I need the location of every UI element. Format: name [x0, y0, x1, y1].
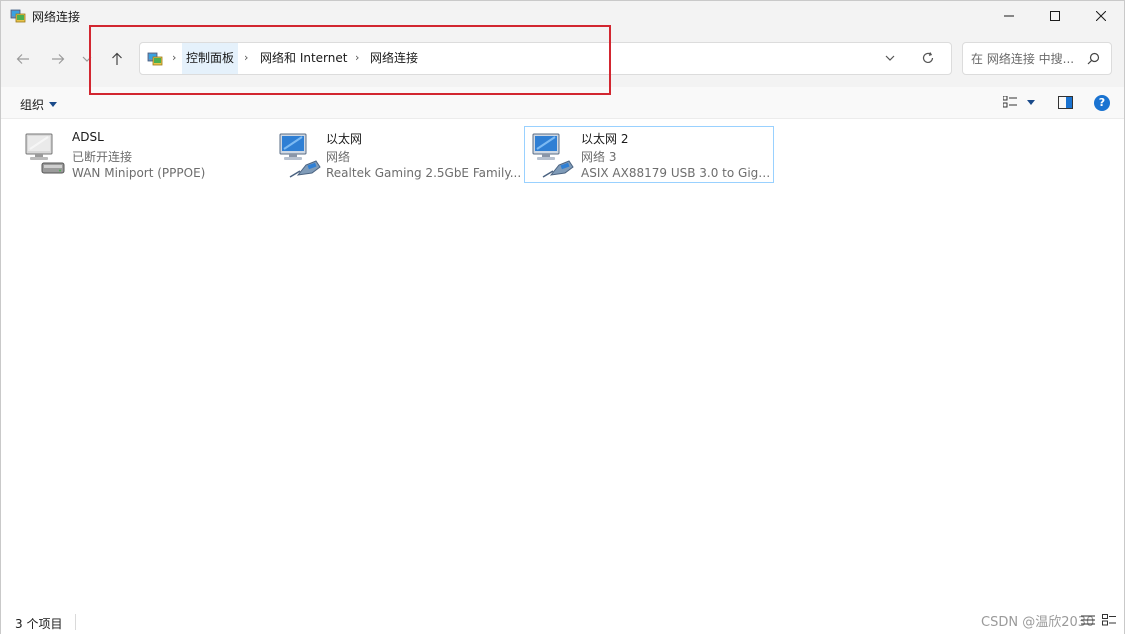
connection-name: ADSL [72, 130, 104, 144]
maximize-icon [1050, 11, 1060, 21]
control-panel-icon [147, 52, 163, 66]
change-view-button[interactable] [1003, 96, 1035, 108]
refresh-icon[interactable] [921, 51, 935, 65]
explorer-window: 网络连接 › 控制面板 › 网络和 Internet › 网络连接 在 网络连接… [0, 0, 1125, 634]
title-bar: 网络连接 [1, 1, 1124, 31]
breadcrumb-network-connections[interactable]: 网络连接 [366, 43, 422, 74]
search-box[interactable] [962, 42, 1112, 75]
recent-locations-button[interactable] [79, 47, 95, 71]
connection-status: 网络 3 [581, 150, 617, 164]
caret-down-icon [1027, 99, 1035, 105]
up-button[interactable] [105, 47, 129, 71]
minimize-icon [1004, 15, 1014, 17]
chevron-right-icon[interactable]: › [172, 51, 176, 64]
minimize-button[interactable] [986, 1, 1032, 31]
connection-device: WAN Miniport (PPPOE) [72, 166, 206, 180]
arrow-right-icon [52, 54, 65, 64]
close-button[interactable] [1078, 1, 1124, 31]
preview-pane-icon[interactable] [1058, 96, 1073, 109]
address-history-chevron-icon[interactable] [884, 52, 896, 64]
window-title: 网络连接 [32, 10, 81, 24]
forward-button[interactable] [46, 47, 70, 71]
item-count: 3 个项目 [15, 617, 63, 631]
organize-menu-button[interactable]: 组织 [20, 96, 58, 113]
caret-down-icon [49, 102, 58, 107]
back-button[interactable] [11, 47, 35, 71]
breadcrumb-network-internet[interactable]: 网络和 Internet [256, 43, 351, 74]
chevron-down-icon [82, 56, 92, 62]
ethernet-connection-icon [532, 133, 574, 178]
details-view-icon[interactable] [1081, 614, 1095, 626]
chevron-right-icon[interactable]: › [244, 51, 248, 64]
network-connections-icon [10, 9, 26, 23]
organize-label: 组织 [20, 98, 45, 112]
connection-status: 网络 [326, 150, 351, 164]
breadcrumb-control-panel[interactable]: 控制面板 [182, 43, 239, 74]
view-list-icon [1003, 96, 1017, 108]
connection-name: 以太网 [326, 132, 363, 146]
watermark: CSDN @温欣2030 [981, 615, 1095, 630]
navigation-bar: › 控制面板 › 网络和 Internet › 网络连接 [1, 31, 1124, 87]
arrow-up-icon [112, 52, 122, 65]
arrow-left-icon [16, 54, 29, 64]
dialup-connection-icon [25, 133, 65, 174]
tiles-view-icon[interactable] [1102, 614, 1116, 626]
connection-item-adsl[interactable]: ADSL 已断开连接 WAN Miniport (PPPOE) [21, 126, 271, 183]
search-input[interactable] [971, 51, 1083, 67]
close-icon [1096, 11, 1106, 21]
command-bar: 组织 ? [1, 87, 1124, 119]
ethernet-connection-icon [279, 133, 321, 178]
connection-item-ethernet-2[interactable]: 以太网 2 网络 3 ASIX AX88179 USB 3.0 to Giga.… [524, 126, 774, 183]
connection-device: ASIX AX88179 USB 3.0 to Giga... [581, 166, 771, 180]
status-bar: 3 个项目 CSDN @温欣2030 [1, 608, 1124, 634]
maximize-button[interactable] [1032, 1, 1078, 31]
help-button[interactable]: ? [1094, 95, 1110, 111]
connection-name: 以太网 2 [581, 132, 629, 146]
connection-device: Realtek Gaming 2.5GbE Family... [326, 166, 522, 180]
chevron-right-icon[interactable]: › [355, 51, 359, 64]
connection-status: 已断开连接 [72, 150, 133, 164]
status-divider [75, 614, 76, 630]
search-icon[interactable] [1087, 52, 1100, 65]
address-bar[interactable]: › 控制面板 › 网络和 Internet › 网络连接 [139, 42, 952, 75]
connections-list: ADSL 已断开连接 WAN Miniport (PPPOE) 以太网 网络 R… [1, 120, 1124, 608]
connection-item-ethernet[interactable]: 以太网 网络 Realtek Gaming 2.5GbE Family... [275, 126, 525, 183]
